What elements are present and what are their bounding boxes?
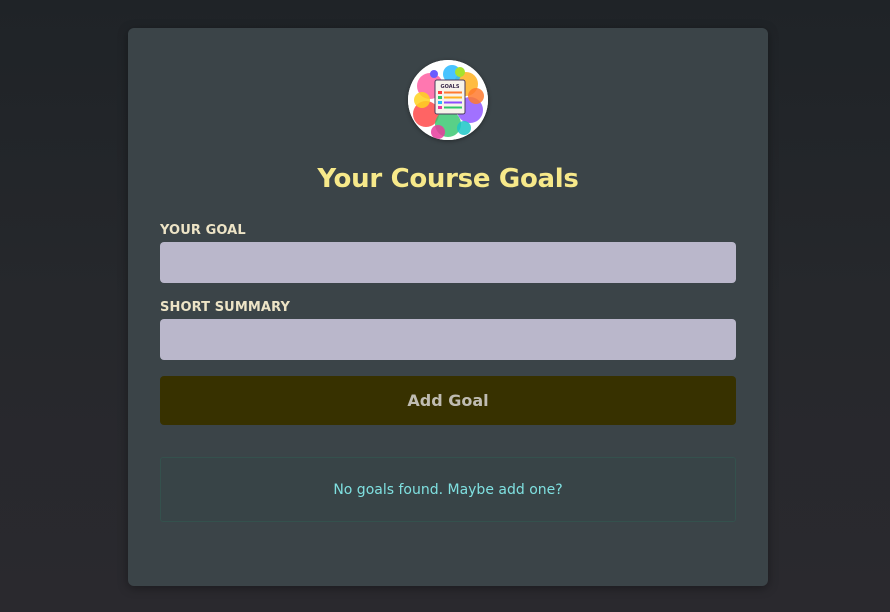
goal-input[interactable]: [160, 242, 736, 283]
logo-goals-text: GOALS: [441, 84, 460, 90]
goal-label: YOUR GOAL: [160, 223, 246, 238]
goals-list-empty-state: No goals found. Maybe add one?: [160, 457, 736, 522]
summary-label: SHORT SUMMARY: [160, 300, 290, 315]
empty-state-message: No goals found. Maybe add one?: [333, 481, 563, 498]
summary-input[interactable]: [160, 319, 736, 360]
page-title: Your Course Goals: [317, 164, 579, 194]
add-goal-button[interactable]: Add Goal: [160, 376, 736, 425]
goals-checklist-logo-icon: GOALS: [408, 60, 488, 140]
goals-card: GOALS Your Course Goals YOUR GOAL SHORT …: [128, 28, 768, 586]
